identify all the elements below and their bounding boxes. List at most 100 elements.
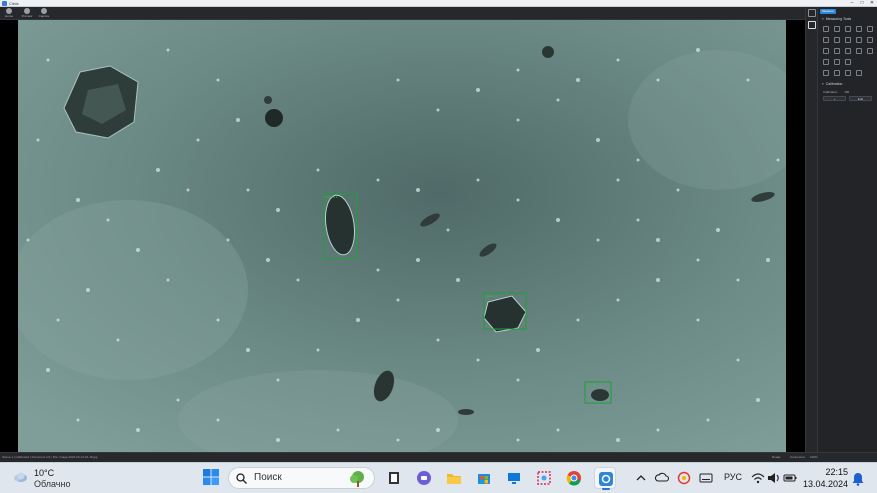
image-viewer[interactable]: Particle 1 Particle 2 Particle 3 — [0, 20, 805, 452]
file-icon — [389, 472, 399, 484]
wifi-icon[interactable] — [750, 470, 766, 486]
polyline-tool-icon[interactable] — [845, 26, 851, 32]
store-icon — [478, 474, 490, 484]
keyboard-icon[interactable] — [698, 470, 714, 486]
taskbar-app-chat[interactable] — [413, 467, 435, 489]
capture-label: Capture — [38, 14, 50, 18]
monitor-icon — [508, 473, 520, 484]
chat-icon — [417, 471, 431, 485]
cross-tool-icon[interactable] — [845, 37, 851, 43]
detection-label-1: Particle 1 — [325, 195, 338, 199]
maximize-button[interactable]: □ — [857, 0, 867, 7]
detection-label-2: Particle 2 — [485, 294, 498, 298]
taskbar-app-folder[interactable] — [443, 467, 465, 489]
side-tab-strip — [805, 7, 817, 452]
add-calibration-button[interactable]: + — [823, 96, 846, 101]
search-placeholder: Поиск — [254, 472, 282, 483]
taskbar: 10°C Облачно Поиск РУС 22:15 13.04.2024 — [0, 462, 877, 493]
settings-tool-icon[interactable] — [834, 59, 840, 65]
rectangle-tool-icon[interactable] — [856, 26, 862, 32]
chevron-down-icon: ▾ — [822, 82, 824, 86]
taskbar-app-store[interactable] — [473, 467, 495, 489]
home-label: Home — [4, 14, 13, 18]
calibration-label: Calibration — [823, 90, 838, 94]
camera-app-icon — [599, 472, 613, 486]
measure-tab[interactable]: Measure — [820, 9, 836, 14]
taskbar-app-camera[interactable] — [594, 467, 616, 490]
ellipse-tool-icon[interactable] — [856, 48, 862, 54]
select-tool-icon[interactable] — [823, 26, 829, 32]
grid-tool-icon[interactable] — [823, 48, 829, 54]
layers-tool-icon[interactable] — [856, 70, 862, 76]
tree-icon — [350, 471, 364, 487]
delete-tool-icon[interactable] — [834, 70, 840, 76]
start-button[interactable] — [202, 468, 220, 486]
specimen-image: Particle 1 Particle 2 Particle 3 — [18, 20, 786, 452]
weather-temperature: 10°C — [34, 468, 55, 478]
taskbar-app-snip[interactable] — [533, 467, 555, 489]
cloud-icon — [14, 472, 27, 482]
measurement-panel: Measure ▾ Measuring Tools ▾ Calibration … — [817, 7, 877, 452]
detection-label-3: Particle 3 — [586, 383, 599, 387]
security-sync-icon[interactable] — [676, 470, 692, 486]
chevron-down-icon: ▾ — [822, 17, 824, 21]
application-window: Clinic – □ ✕ Home Preview Capture Partic… — [0, 0, 877, 462]
measuring-tools-title: Measuring Tools — [825, 17, 852, 21]
title-bar: Clinic – □ ✕ — [0, 0, 877, 7]
system-clock[interactable]: 22:15 13.04.2024 — [800, 466, 848, 490]
search-icon — [236, 473, 247, 484]
undo-tool-icon[interactable] — [823, 59, 829, 65]
preview-button[interactable]: Preview — [20, 8, 34, 19]
microscope-image[interactable]: Particle 1 Particle 2 Particle 3 — [18, 20, 786, 452]
close-button[interactable]: ✕ — [867, 0, 877, 7]
input-language[interactable]: РУС — [724, 472, 742, 482]
weather-widget[interactable]: 10°C Облачно — [10, 466, 90, 491]
clock-date: 13.04.2024 — [802, 479, 848, 489]
battery-icon[interactable] — [782, 470, 798, 486]
status-connection: Connected — [790, 455, 805, 459]
angle-tool-icon[interactable] — [823, 37, 829, 43]
calibration-title: Calibration — [825, 82, 843, 86]
taskbar-app-file[interactable] — [383, 467, 405, 489]
show-hidden-icons-chevron-up-icon[interactable] — [633, 470, 649, 486]
notification-bell-icon[interactable] — [852, 472, 864, 486]
status-ready: Ready — [772, 455, 781, 459]
cloud-sync-icon[interactable] — [654, 470, 670, 486]
folder-icon — [447, 474, 461, 484]
taskbar-search[interactable]: Поиск — [228, 467, 375, 489]
calibration-value[interactable]: 100 — [844, 90, 849, 94]
taskbar-app-monitor[interactable] — [503, 467, 525, 489]
measure-tab-icon[interactable] — [808, 21, 816, 29]
distance-tool-icon[interactable] — [834, 48, 840, 54]
minimize-button[interactable]: – — [847, 0, 857, 7]
arc-tool-icon[interactable] — [834, 37, 840, 43]
window-title: Clinic — [9, 1, 19, 6]
windows-icon — [203, 469, 219, 485]
point-tool-icon[interactable] — [845, 48, 851, 54]
status-bar: Scene 1 | Calibrated | Document 1/1 | Fi… — [0, 452, 877, 462]
curve-tool-icon[interactable] — [867, 37, 873, 43]
status-file-info: Scene 1 | Calibrated | Document 1/1 | Fi… — [2, 455, 98, 459]
status-zoom: 100% — [810, 455, 818, 459]
pen-tool-icon[interactable] — [823, 70, 829, 76]
calibration-row: Calibration 100 — [823, 90, 849, 94]
volume-icon[interactable] — [766, 470, 782, 486]
snip-icon — [537, 471, 551, 485]
taskbar-app-chrome[interactable] — [563, 467, 585, 489]
app-logo-icon — [2, 1, 7, 6]
capture-button[interactable]: Capture — [37, 8, 51, 19]
count-tool-icon[interactable] — [867, 48, 873, 54]
scale-tool-icon[interactable] — [845, 59, 851, 65]
parallel-tool-icon[interactable] — [856, 37, 862, 43]
line-tool-icon[interactable] — [834, 26, 840, 32]
weather-condition: Облачно — [34, 479, 71, 489]
toolbar: Home Preview Capture — [0, 7, 877, 20]
camera-tab-icon[interactable] — [808, 9, 816, 17]
calibration-header[interactable]: ▾ Calibration — [822, 82, 843, 86]
measuring-tools-header[interactable]: ▾ Measuring Tools — [822, 17, 851, 21]
preview-label: Preview — [21, 14, 33, 18]
color-tool-icon[interactable] — [845, 70, 851, 76]
circle-tool-icon[interactable] — [867, 26, 873, 32]
edit-calibration-button[interactable]: Edit — [849, 96, 872, 101]
home-button[interactable]: Home — [2, 8, 16, 19]
